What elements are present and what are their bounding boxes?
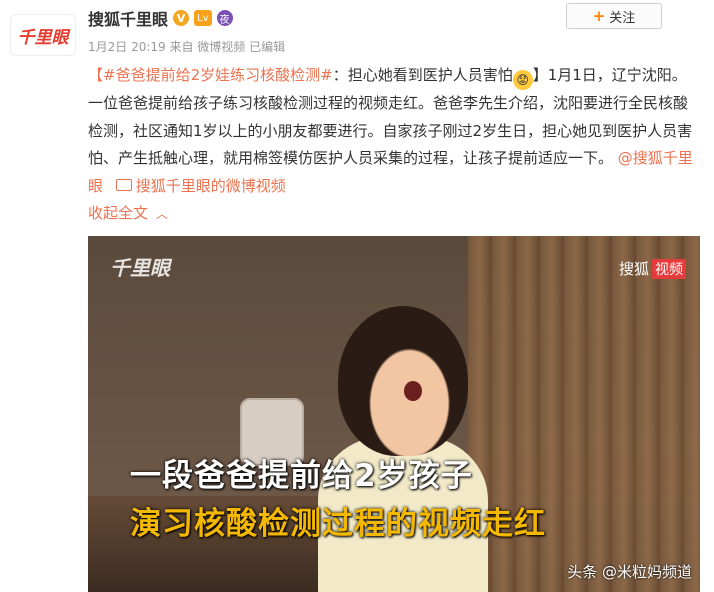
plus-icon: + [592, 7, 606, 25]
video-icon [115, 178, 132, 191]
avatar[interactable]: 千里眼 [10, 14, 76, 56]
child-mouth-image [404, 381, 422, 401]
source-watermark: 头条 @米粒妈频道 [567, 563, 692, 581]
level-icon: Lv [194, 10, 212, 26]
video-watermark-sohu: 搜狐 视频 [619, 258, 686, 279]
author-row: 搜狐千里眼 V Lv 夜 [88, 6, 233, 30]
worried-emoji-icon: 😟 [512, 70, 533, 90]
collapse-button[interactable]: 收起全文 [88, 204, 148, 222]
caption-line-2: 演习核酸检测过程的视频走红 [130, 506, 546, 542]
post-text-1: ：担心她看到医护人员害怕 [332, 66, 513, 84]
night-mode-icon: 夜 [216, 10, 233, 26]
video-tag: 视频 [652, 258, 686, 279]
follow-button[interactable]: + 关注 [566, 3, 662, 29]
video-link[interactable]: 搜狐千里眼的微博视频 [136, 177, 286, 195]
verified-icon: V [173, 10, 190, 26]
hashtag-link[interactable]: 【#爸爸提前给2岁娃练习核酸检测# [88, 66, 333, 84]
chevron-up-icon[interactable]: ︿ [156, 207, 168, 221]
author-name[interactable]: 搜狐千里眼 [88, 6, 168, 30]
sohu-label: 搜狐 [618, 260, 649, 278]
video-watermark-logo: 千里眼 [110, 256, 170, 280]
post-body: 【#爸爸提前给2岁娃练习核酸检测#：担心她看到医护人员害怕 😟 】1月1日，辽宁沈阳… [88, 62, 700, 229]
post-meta: 1月2日 20:19 来自 微博视频 已编辑 [88, 40, 286, 54]
video-player[interactable]: 千里眼 搜狐 视频 一段爸爸提前给2岁孩子 演习核酸检测过程的视频走红 头条 @… [88, 236, 700, 592]
follow-label: 关注 [609, 10, 636, 26]
child-head-image [338, 306, 468, 456]
caption-line-1: 一段爸爸提前给2岁孩子 [130, 458, 473, 494]
